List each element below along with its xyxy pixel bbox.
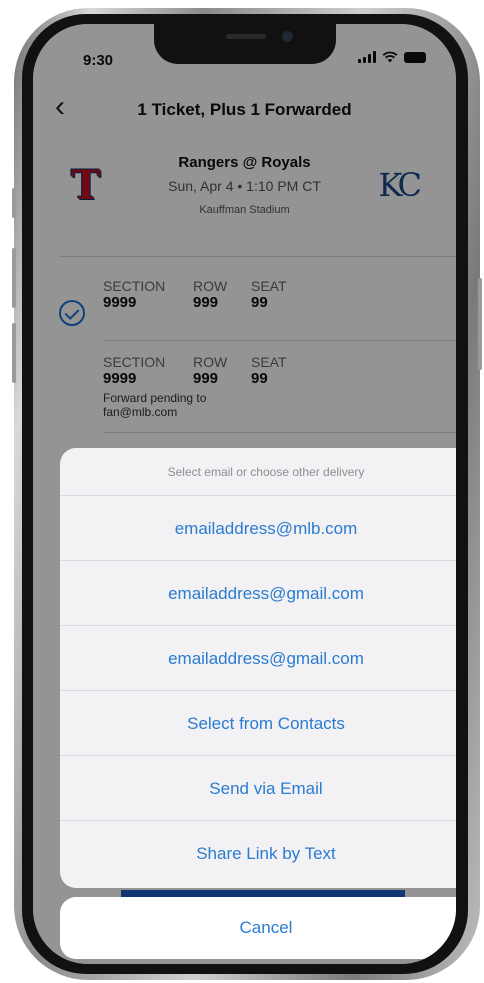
sheet-header: Select email or choose other delivery — [60, 448, 456, 496]
volume-down-button — [12, 323, 16, 383]
email-option-gmail-1[interactable]: emailaddress@gmail.com — [60, 561, 456, 626]
front-camera — [282, 31, 293, 42]
email-option-gmail-2[interactable]: emailaddress@gmail.com — [60, 626, 456, 691]
screen: 9:30 ‹ 1 Ticket, Plus 1 Forwarded T Rang… — [33, 24, 456, 964]
select-contacts-option[interactable]: Select from Contacts — [60, 691, 456, 756]
email-option-mlb[interactable]: emailaddress@mlb.com — [60, 496, 456, 561]
power-button — [478, 278, 482, 370]
mute-switch — [12, 188, 16, 218]
notch — [154, 24, 336, 64]
share-link-text-option[interactable]: Share Link by Text — [60, 821, 456, 886]
earpiece-speaker — [226, 34, 266, 39]
send-via-email-option[interactable]: Send via Email — [60, 756, 456, 821]
cancel-button[interactable]: Cancel — [60, 897, 456, 959]
delivery-action-sheet: Select email or choose other delivery em… — [60, 448, 456, 888]
volume-up-button — [12, 248, 16, 308]
